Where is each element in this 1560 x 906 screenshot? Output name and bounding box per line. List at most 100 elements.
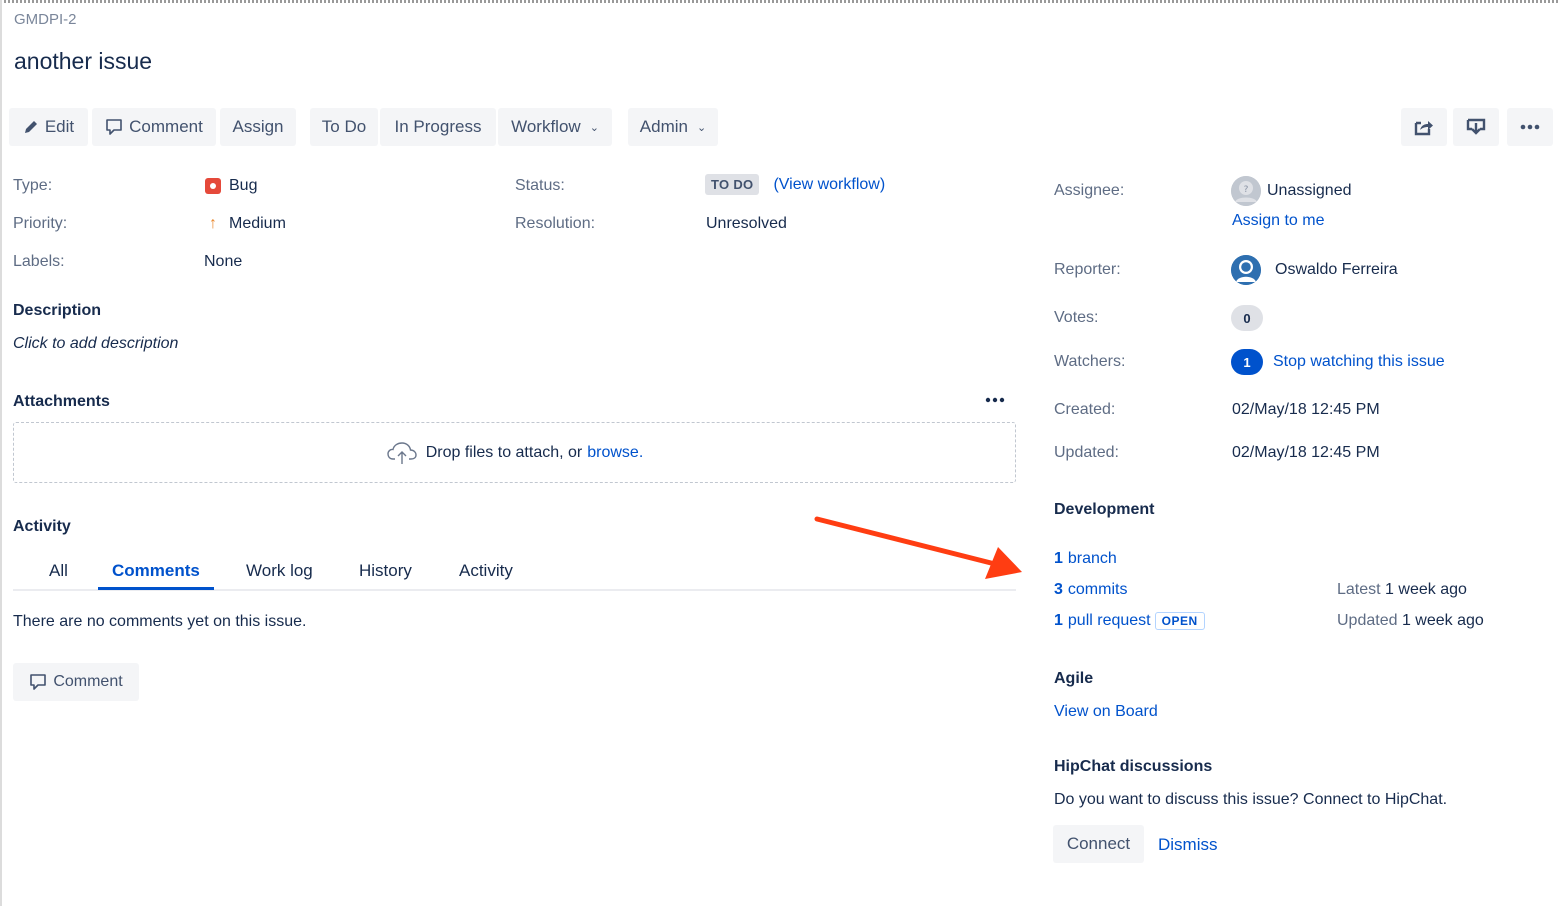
annotation-arrow-icon (814, 516, 1022, 579)
assignee-text: Unassigned (1267, 182, 1352, 199)
attachment-drop-zone[interactable]: Drop files to attach, or browse. (13, 422, 1016, 483)
created-value: 02/May/18 12:45 PM (1232, 401, 1380, 418)
window-left-border (0, 0, 2, 906)
connect-button[interactable]: Connect (1053, 825, 1144, 863)
tab-comments[interactable]: Comments (98, 561, 214, 590)
development-heading: Development (1054, 501, 1155, 518)
add-comment-button[interactable]: Comment (13, 663, 139, 701)
resolution-label: Resolution: (515, 215, 596, 232)
assign-button[interactable]: Assign (220, 108, 296, 146)
description-field[interactable]: Click to add description (13, 335, 178, 353)
pr-text: pull request (1067, 612, 1151, 629)
watchers-value: 1 Stop watching this issue (1231, 349, 1445, 375)
reporter-avatar-icon (1231, 255, 1261, 285)
type-text: Bug (229, 177, 258, 194)
tab-activity[interactable]: Activity (459, 561, 513, 589)
drop-text: Drop files to attach, or (425, 443, 583, 461)
votes-count-badge[interactable]: 0 (1231, 305, 1263, 331)
commits-link[interactable]: 3 commits (1054, 581, 1127, 599)
share-icon (1414, 121, 1433, 136)
comment-label: Comment (129, 117, 203, 136)
priority-value[interactable]: ↑ Medium (205, 215, 286, 233)
type-value[interactable]: Bug (205, 177, 257, 195)
reporter-text: Oswaldo Ferreira (1275, 261, 1398, 278)
watchers-count-badge[interactable]: 1 (1231, 349, 1263, 375)
reporter-label: Reporter: (1054, 261, 1121, 278)
status-lozenge: TO DO (705, 174, 760, 195)
priority-label: Priority: (13, 215, 68, 232)
branch-link[interactable]: 1 branch (1054, 550, 1117, 568)
pencil-icon (24, 121, 37, 133)
status-label: Status: (515, 177, 565, 194)
updated-value: 02/May/18 12:45 PM (1232, 444, 1380, 461)
commits-meta-label: Latest (1337, 581, 1381, 598)
unassigned-avatar-icon: ? (1231, 176, 1261, 206)
commits-meta-value: 1 week ago (1385, 581, 1467, 598)
export-icon (1466, 118, 1486, 135)
labels-label: Labels: (13, 253, 65, 270)
no-comments-text: There are no comments yet on this issue. (13, 613, 307, 630)
more-icon (1520, 124, 1540, 130)
admin-dropdown[interactable]: Admin ⌄ (628, 108, 718, 146)
export-button[interactable] (1453, 108, 1499, 146)
commits-meta: Latest 1 week ago (1337, 581, 1467, 599)
watchers-label: Watchers: (1054, 353, 1126, 370)
more-icon (985, 397, 1005, 403)
activity-heading: Activity (13, 518, 71, 535)
branch-count: 1 (1054, 550, 1063, 567)
attachments-more-button[interactable] (985, 390, 1005, 408)
share-button[interactable] (1401, 108, 1447, 146)
in-progress-transition-button[interactable]: In Progress (380, 108, 496, 146)
issue-title[interactable]: another issue (14, 48, 152, 75)
hipchat-text: Do you want to discuss this issue? Conne… (1054, 791, 1448, 808)
pr-meta-label: Updated (1337, 612, 1398, 629)
comment-icon (106, 119, 122, 135)
tab-all[interactable]: All (49, 561, 68, 589)
bug-icon (205, 178, 221, 194)
description-heading: Description (13, 302, 102, 319)
more-actions-button[interactable] (1507, 108, 1553, 146)
issue-key[interactable]: GMDPI-2 (14, 11, 77, 28)
created-label: Created: (1054, 401, 1116, 418)
tab-history[interactable]: History (359, 561, 412, 589)
comment-icon (30, 674, 47, 690)
window-top-border (0, 0, 1560, 3)
pr-status-lozenge: OPEN (1154, 612, 1205, 630)
pull-request-link[interactable]: 1 pull request OPEN (1054, 612, 1205, 630)
edit-button[interactable]: Edit (9, 108, 88, 146)
votes-value[interactable]: 0 (1231, 305, 1263, 331)
resolution-value: Unresolved (706, 215, 787, 232)
pr-count: 1 (1054, 612, 1063, 629)
todo-transition-button[interactable]: To Do (310, 108, 378, 146)
reporter-value[interactable]: Oswaldo Ferreira (1231, 255, 1398, 285)
comment-label: Comment (53, 673, 123, 690)
status-value: TO DO (View workflow) (705, 174, 885, 195)
pr-meta: Updated 1 week ago (1337, 612, 1484, 630)
view-workflow-link[interactable]: (View workflow) (773, 176, 885, 194)
commit-count: 3 (1054, 581, 1063, 598)
comment-button[interactable]: Comment (92, 108, 216, 146)
priority-medium-icon: ↑ (209, 215, 217, 232)
branch-text: branch (1067, 550, 1117, 567)
tab-work-log[interactable]: Work log (246, 561, 313, 589)
stop-watching-link[interactable]: Stop watching this issue (1273, 353, 1445, 371)
cloud-upload-icon (387, 441, 417, 464)
edit-label: Edit (44, 117, 75, 136)
chevron-down-icon: ⌄ (696, 121, 707, 134)
workflow-dropdown[interactable]: Workflow ⌄ (498, 108, 612, 146)
browse-link[interactable]: browse. (587, 444, 643, 462)
pr-meta-value: 1 week ago (1401, 612, 1484, 629)
dismiss-link[interactable]: Dismiss (1158, 835, 1218, 855)
priority-text: Medium (229, 215, 286, 232)
assign-to-me-link[interactable]: Assign to me (1232, 212, 1324, 230)
admin-label: Admin (639, 117, 688, 136)
labels-value[interactable]: None (204, 253, 242, 271)
hipchat-heading: HipChat discussions (1054, 758, 1213, 775)
workflow-label: Workflow (511, 117, 581, 136)
svg-text:?: ? (1244, 185, 1249, 195)
assignee-value[interactable]: ? Unassigned (1231, 176, 1352, 206)
view-on-board-link[interactable]: View on Board (1054, 703, 1158, 721)
votes-label: Votes: (1054, 309, 1099, 326)
attachments-heading: Attachments (13, 393, 110, 410)
agile-heading: Agile (1054, 670, 1094, 687)
